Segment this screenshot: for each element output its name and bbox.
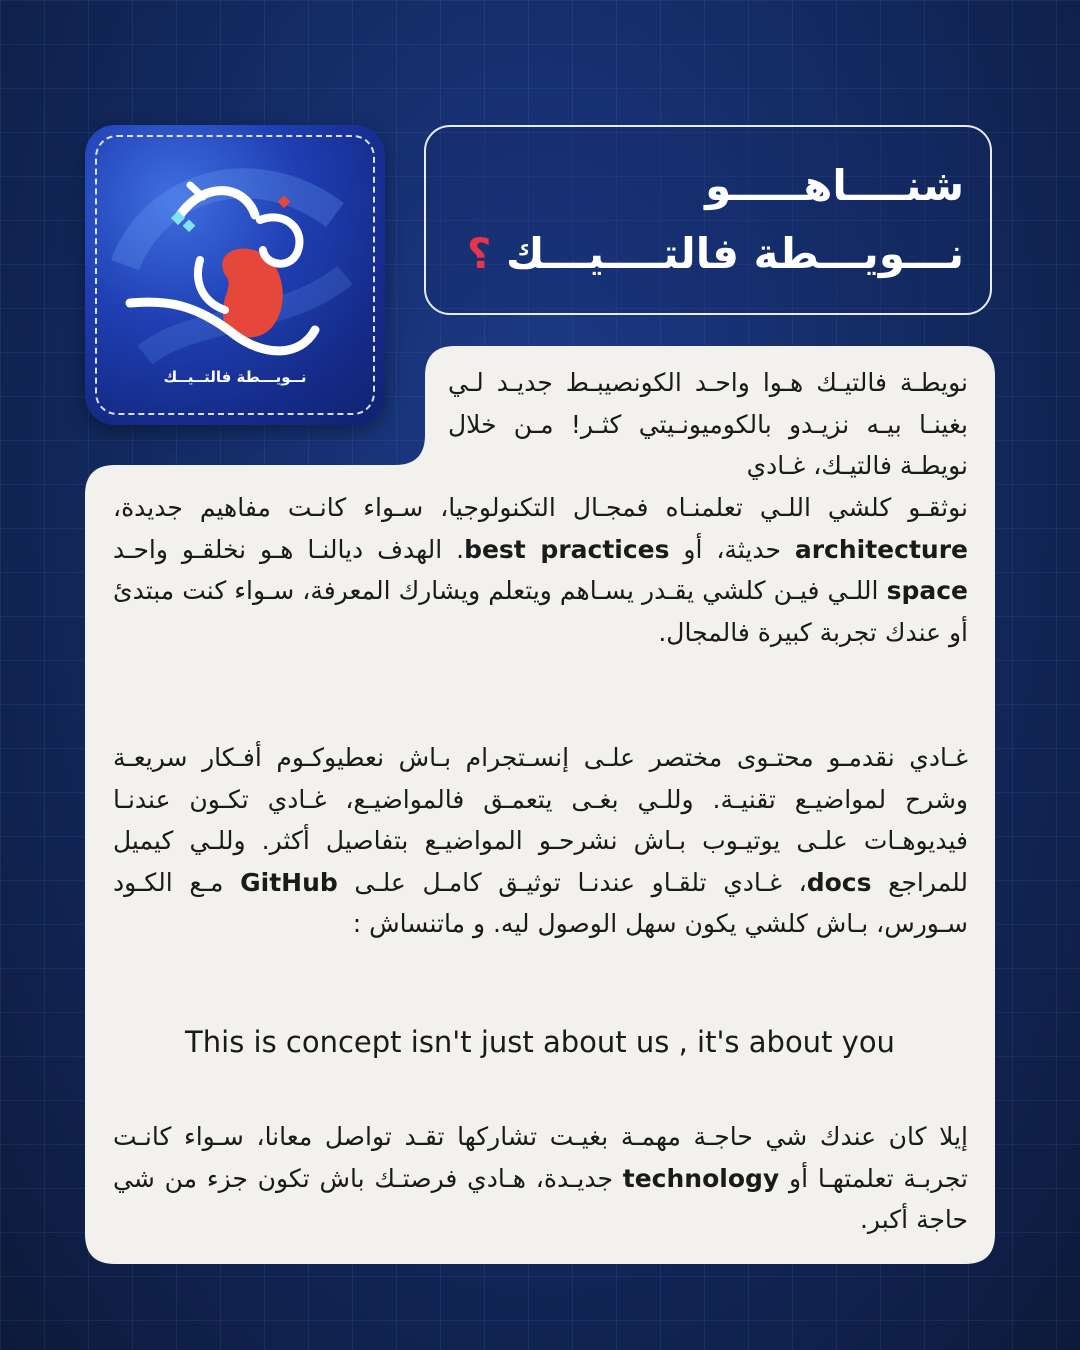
intro-text-4: اللـي فيـن كلشي يقـدر يسـاهم ويتعلم ويشا…	[113, 576, 968, 647]
term-technology: technology	[622, 1163, 780, 1193]
term-architecture: architecture	[794, 534, 968, 564]
intro-text-2: حديثة، أو	[669, 534, 795, 564]
term-github: GitHub	[240, 867, 338, 897]
content-card: نويطـة فالتيـك هـوا واحـد الكونصيبـط جدي…	[0, 0, 1080, 1350]
english-quote: This is concept isn't just about us , it…	[185, 1025, 895, 1059]
term-best-practices: best practices	[464, 534, 670, 564]
paragraph-content-plan: غـادي نقدمـو محتـوى مختصر علـى إنسـتجرام…	[113, 737, 968, 945]
paragraph-call-to-action: إيلا كان عندك شي حاجـة مهمـة بغيـت تشارك…	[113, 1116, 968, 1241]
intro-text-1: نوثقـو كلشي اللـي تعلمنـاه فمجـال التكنو…	[113, 493, 968, 522]
term-docs: docs	[806, 867, 872, 897]
paragraph-intro-top: نويطـة فالتيـك هـوا واحـد الكونصيبـط جدي…	[448, 368, 968, 480]
paragraph-intro: نوثقـو كلشي اللـي تعلمنـاه فمجـال التكنو…	[113, 487, 968, 653]
intro-text-3: . الهدف ديالنـا هـو نخلقـو واحـد	[113, 534, 465, 564]
plan-text-2: ، غـادي تلقـاو عندنـا توثيـق كامـل علـى	[337, 867, 807, 897]
term-space: space	[886, 576, 968, 605]
